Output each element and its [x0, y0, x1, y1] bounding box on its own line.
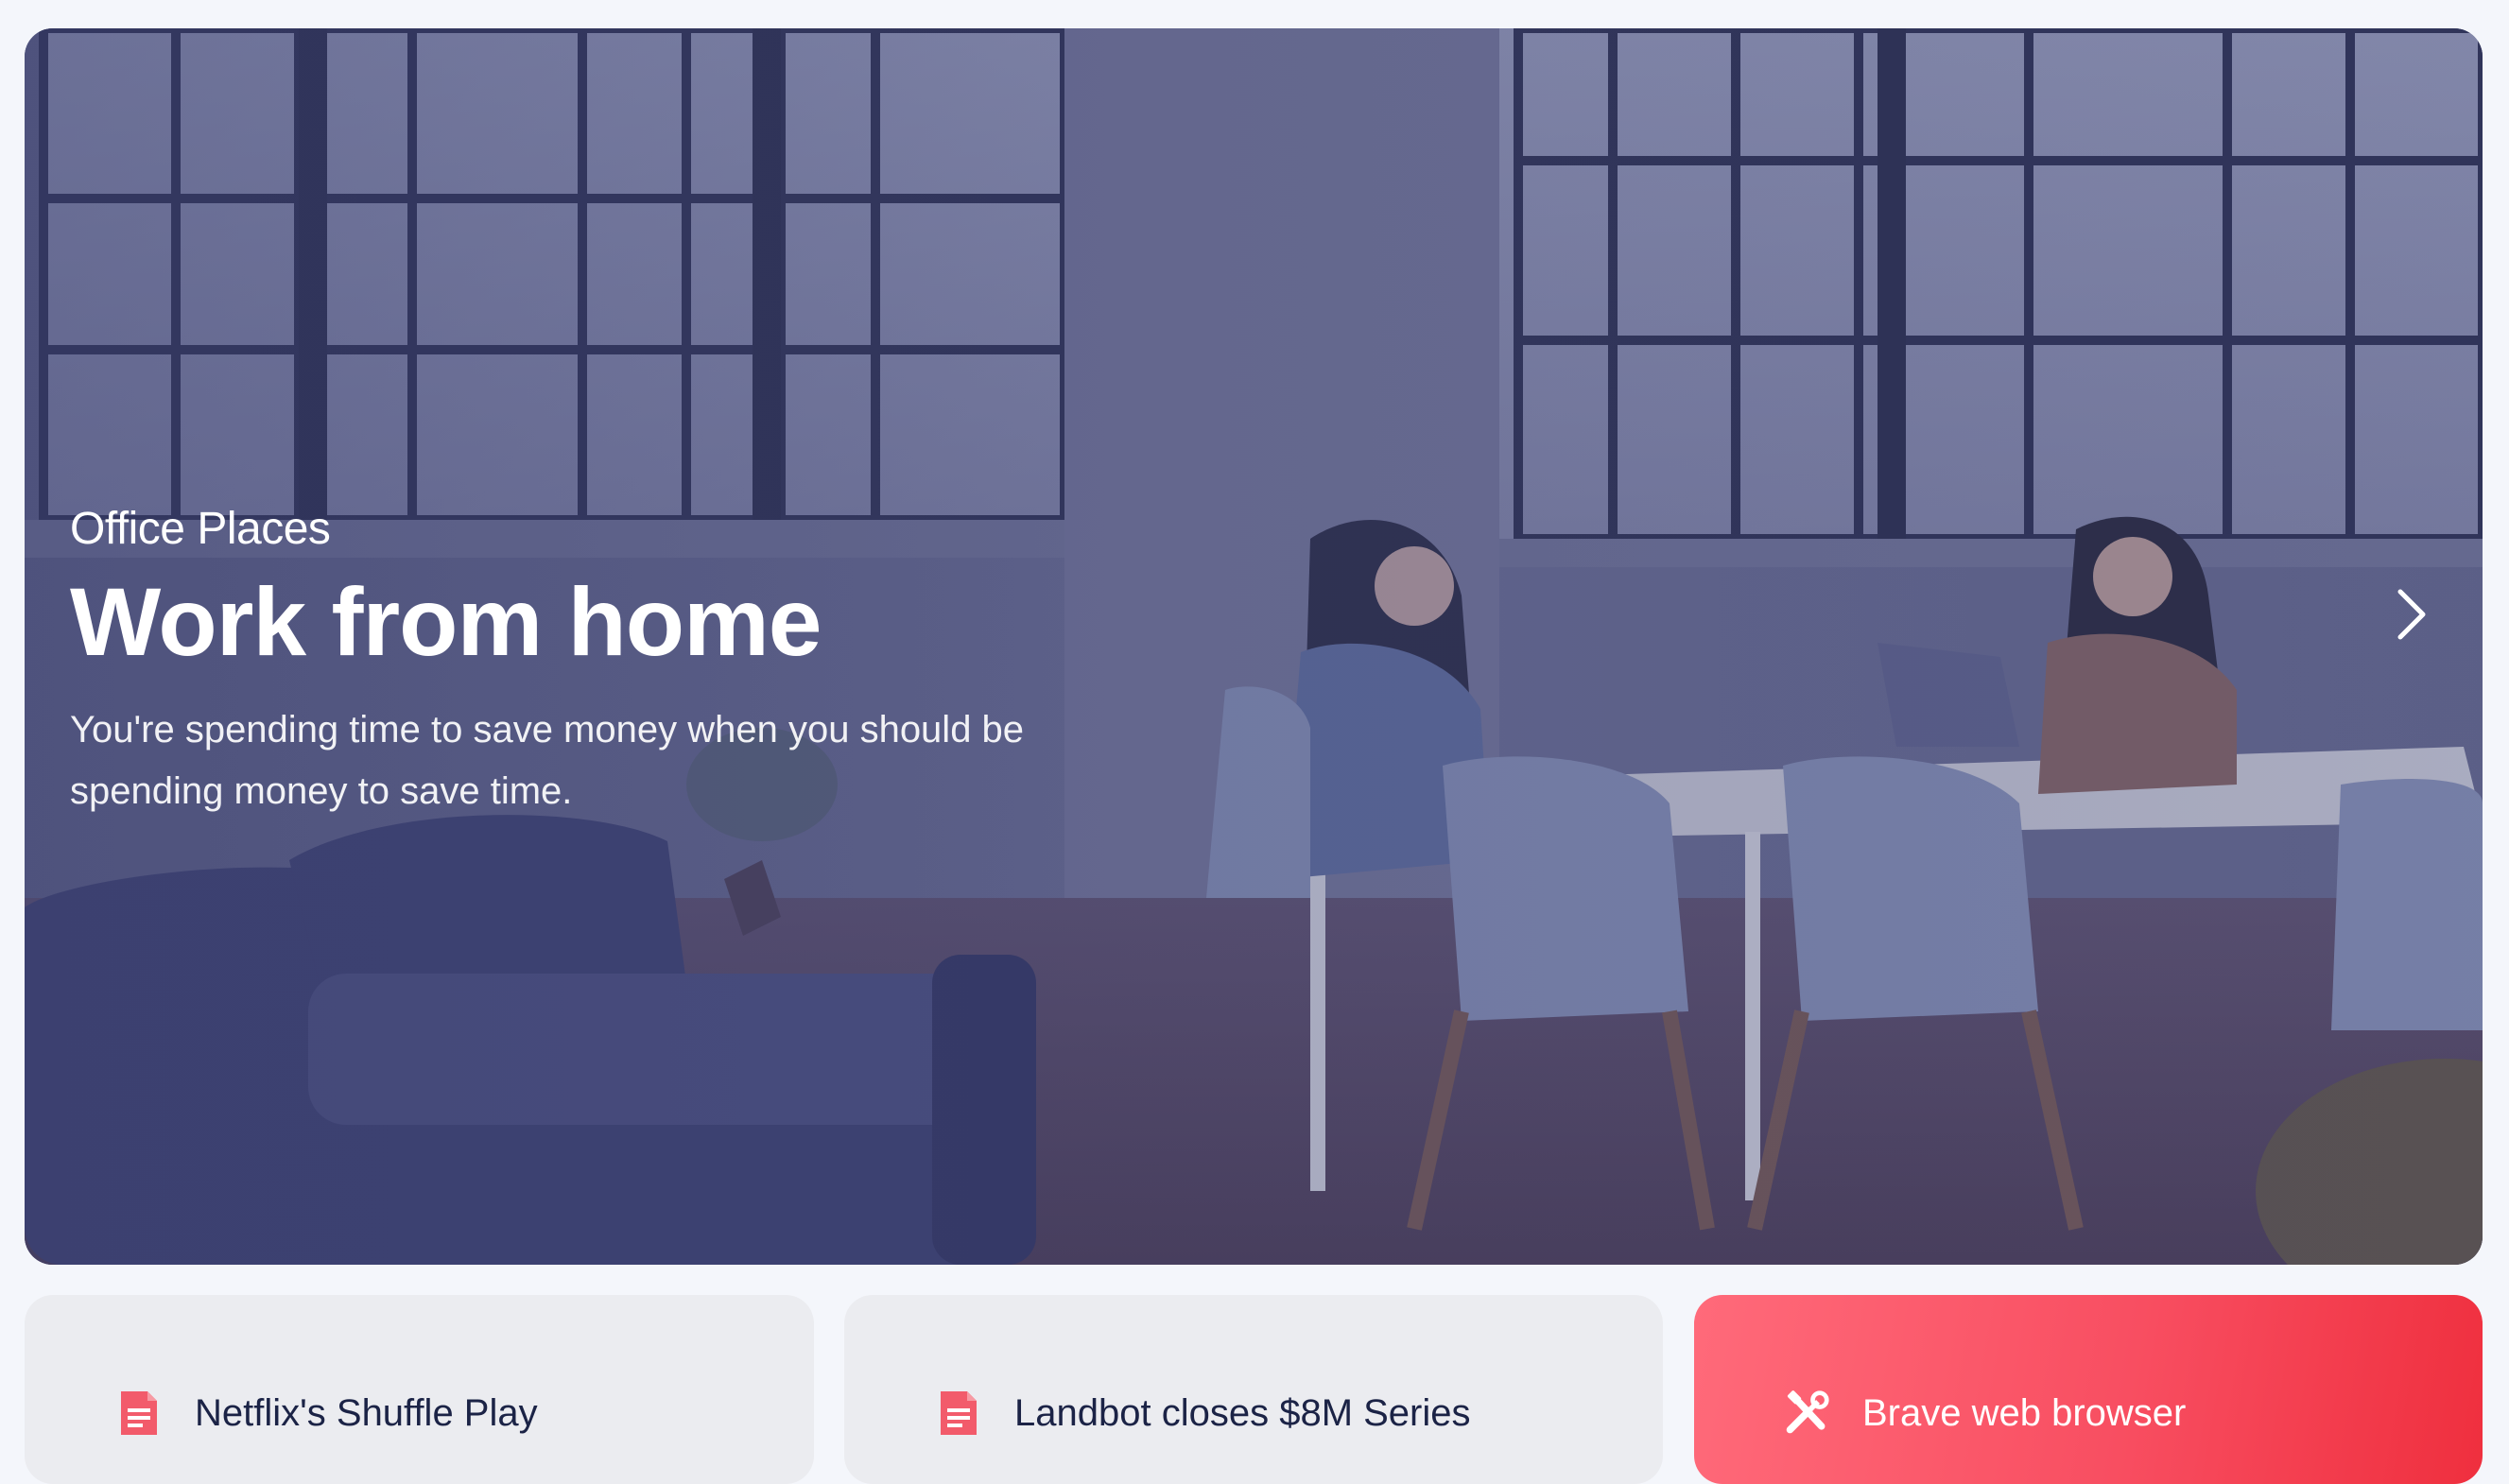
chevron-right-icon — [2397, 589, 2426, 640]
document-icon — [115, 1388, 163, 1439]
hero-text-block: Office Places Work from home You're spen… — [70, 501, 1204, 822]
card-title: Brave web browser — [1862, 1392, 2187, 1434]
hero-description: You're spending time to save money when … — [70, 709, 1025, 812]
tools-icon — [1783, 1388, 1830, 1439]
card-title: Landbot closes $8M Series — [1014, 1392, 1471, 1434]
news-card-brave[interactable]: Brave web browser — [1694, 1295, 2483, 1484]
hero-next-button[interactable] — [2379, 577, 2445, 652]
hero-banner[interactable]: Office Places Work from home You're spen… — [25, 28, 2483, 1265]
document-icon — [935, 1388, 982, 1439]
hero-title[interactable]: Work from home — [70, 563, 1204, 681]
news-card-landbot[interactable]: Landbot closes $8M Series — [844, 1295, 1663, 1484]
hero-category[interactable]: Office Places — [70, 501, 1204, 558]
card-title: Netflix's Shuffle Play — [195, 1392, 538, 1434]
news-card-netflix[interactable]: Netflix's Shuffle Play — [25, 1295, 814, 1484]
